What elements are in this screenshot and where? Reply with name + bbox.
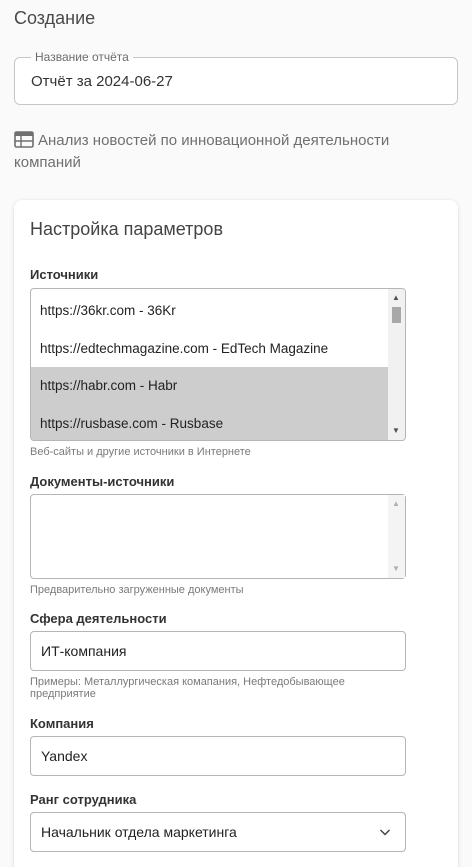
sources-hint: Веб-сайты и другие источники в Интернете [30,446,251,458]
documents-listbox[interactable]: ▲ ▼ [30,494,406,579]
sphere-label: Сфера деятельности [30,611,167,626]
documents-scrollbar[interactable]: ▲ ▼ [388,495,405,578]
report-name-value: Отчёт за 2024-06-27 [31,73,173,90]
scroll-down-icon[interactable]: ▼ [392,565,400,573]
source-option[interactable]: https://edtechmagazine.com - EdTech Maga… [31,330,389,368]
sources-label: Источники [30,267,99,282]
template-name: Анализ новостей по инновационной деятель… [14,130,454,174]
documents-label: Документы-источники [30,474,175,489]
company-input[interactable]: Yandex [30,736,406,776]
params-title: Настройка параметров [30,219,224,239]
template-text: Анализ новостей по инновационной деятель… [14,132,390,171]
scroll-thumb[interactable] [392,307,401,323]
chevron-down-icon[interactable] [379,826,391,838]
company-label: Компания [30,716,94,731]
sources-listbox[interactable]: https://36kr.com - 36Kr https://edtechma… [30,288,406,441]
source-option[interactable]: https://36kr.com - 36Kr [31,292,389,330]
documents-hint: Предварительно загруженные документы [30,584,244,596]
source-option[interactable]: https://habr.com - Habr [31,367,389,405]
table-icon [14,131,34,148]
page-title: Создание [14,8,96,28]
report-name-field[interactable]: Название отчёта Отчёт за 2024-06-27 [14,50,458,105]
scroll-up-icon[interactable]: ▲ [392,294,400,302]
sphere-input[interactable]: ИТ-компания [30,631,406,671]
sources-scrollbar[interactable]: ▲ ▼ [388,289,405,440]
rank-label: Ранг сотрудника [30,792,137,807]
source-option[interactable]: https://rusbase.com - Rusbase [31,405,389,440]
rank-select[interactable]: Начальник отдела маркетинга [30,812,406,852]
params-card: Настройка параметров Источники https://3… [14,200,458,867]
scroll-up-icon[interactable]: ▲ [392,500,400,508]
report-name-legend: Название отчёта [31,50,133,64]
scroll-down-icon[interactable]: ▼ [392,427,400,435]
rank-value: Начальник отдела маркетинга [41,824,237,840]
sphere-hint: Примеры: Металлургическая комапания, Неф… [30,676,345,700]
